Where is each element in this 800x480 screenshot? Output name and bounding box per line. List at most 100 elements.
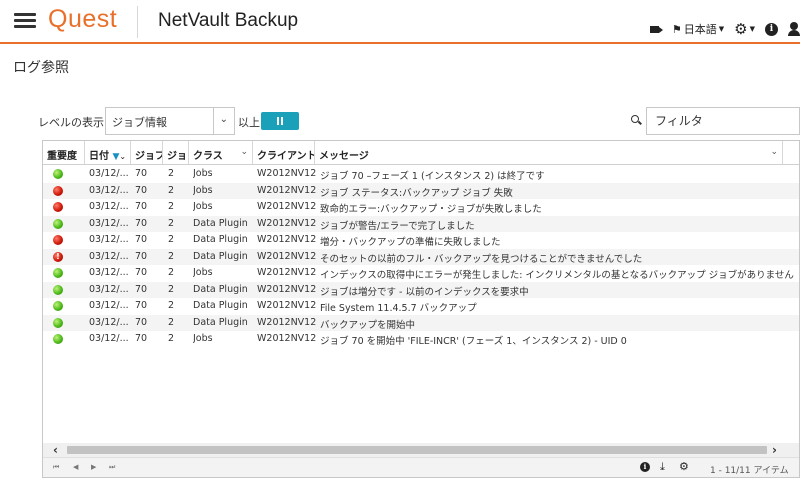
cell-class: Data Plugin: [193, 316, 248, 328]
scroll-left-icon[interactable]: ‹: [53, 443, 58, 457]
column-header-message[interactable]: メッセージ ⌄: [315, 141, 783, 164]
user-menu[interactable]: [788, 22, 800, 36]
table-row[interactable]: 03/12/... 70 2 Data Plugin W2012NV12 増分・バックアッ…: [43, 232, 799, 249]
cell-class: Data Plugin: [193, 300, 248, 311]
cell-class: Jobs: [193, 201, 213, 212]
cell-instance: 2: [168, 250, 175, 262]
cell-class: Data Plugin: [193, 217, 248, 229]
cell-client: W2012NV12: [257, 316, 317, 328]
cell-instance: 2: [168, 217, 175, 229]
cell-instance: 2: [168, 168, 175, 179]
help-button[interactable]: i: [765, 22, 778, 36]
column-label: クラス: [193, 151, 223, 162]
table-row[interactable]: 03/12/... 70 2 Jobs W2012NV12 ジョブ 70 –フェーズ 1 …: [43, 166, 799, 183]
status-error-icon: [53, 202, 63, 212]
cell-job: 70: [135, 201, 148, 212]
status-warning-icon: !: [53, 251, 63, 262]
cell-client: W2012NV12: [257, 250, 317, 262]
cell-message: そのセットの以前のフル・バックアップを見つけることができませんでした: [320, 253, 643, 265]
cell-message: インデックスの取得中にエラーが発生しました: インクリメンタルの基となるバックア…: [320, 270, 794, 281]
cell-class: Jobs: [193, 168, 213, 179]
cell-client: W2012NV12: [257, 283, 317, 295]
level-select[interactable]: ジョブ情報 ⌄: [105, 107, 235, 135]
top-bar: Quest NetVault Backup ⚑ 日本語 ▼ ⚙ ▼ i: [0, 0, 800, 44]
video-icon: [649, 25, 663, 33]
level-label: レベルの表示: [38, 116, 104, 129]
gear-icon[interactable]: ⚙: [679, 460, 689, 473]
table-row[interactable]: 03/12/... 70 2 Data Plugin W2012NV12 ジョブが警告/エ…: [43, 215, 799, 232]
cell-message: ジョブ 70 を開始中 'FILE-INCR' (フェーズ 1、インスタンス 2…: [320, 336, 627, 347]
cell-instance: 2: [168, 333, 175, 344]
cell-message: ジョブが警告/エラーで完了しました: [320, 220, 475, 232]
cell-date: 03/12/...: [89, 168, 129, 179]
cell-instance: 2: [168, 234, 175, 245]
language-menu[interactable]: ⚑ 日本語 ▼: [672, 21, 724, 37]
cell-date: 03/12/...: [89, 217, 129, 229]
log-grid: 重要度 日付 ▼⌄ ジョブ ジョブ クラス ⌄ クライアント メッセージ ⌄ 03/…: [42, 140, 800, 478]
last-page-icon[interactable]: ⏭: [109, 463, 115, 472]
cell-date: 03/12/...: [89, 184, 129, 196]
grid-footer: ⏮ ◀ ▶ ⏭ i ⤓ ⚙ 1 - 11/11 アイテム: [43, 457, 799, 477]
first-page-icon[interactable]: ⏮: [53, 463, 59, 472]
next-page-icon[interactable]: ▶: [91, 463, 96, 471]
cell-client: W2012NV12: [257, 333, 317, 344]
status-error-icon: [53, 235, 63, 245]
cell-date: 03/12/...: [89, 201, 129, 212]
table-row[interactable]: 03/12/... 70 2 Data Plugin W2012NV12 ジョブは増分です…: [43, 281, 799, 298]
table-row[interactable]: ! 03/12/... 70 2 Data Plugin W2012NV12 そのセットの以…: [43, 248, 799, 265]
cell-class: Data Plugin: [193, 234, 248, 245]
prev-page-icon[interactable]: ◀: [73, 463, 78, 471]
cell-client: W2012NV12: [257, 267, 317, 278]
cell-job: 70: [135, 250, 148, 262]
scrollbar-thumb[interactable]: [67, 446, 767, 454]
download-icon[interactable]: ⤓: [660, 460, 665, 474]
cell-job: 70: [135, 283, 148, 295]
table-row[interactable]: 03/12/... 70 2 Data Plugin W2012NV12 バックアップを開…: [43, 314, 799, 331]
scroll-right-icon[interactable]: ›: [772, 443, 777, 457]
status-ok-icon: [53, 301, 63, 311]
cell-class: Jobs: [193, 267, 213, 278]
menu-icon[interactable]: [14, 13, 36, 29]
filter-input[interactable]: [646, 107, 800, 135]
pause-button[interactable]: [261, 112, 299, 130]
cell-job: 70: [135, 184, 148, 196]
status-ok-icon: [53, 284, 63, 295]
settings-menu[interactable]: ⚙ ▼: [734, 21, 755, 37]
cell-date: 03/12/...: [89, 316, 129, 328]
cell-job: 70: [135, 300, 148, 311]
cell-date: 03/12/...: [89, 250, 129, 262]
table-row[interactable]: 03/12/... 70 2 Jobs W2012NV12 ジョブ ステータス:バックアッ…: [43, 182, 799, 199]
cell-message: ジョブ 70 –フェーズ 1 (インスタンス 2) は終了です: [320, 171, 545, 182]
column-header-severity[interactable]: 重要度: [43, 141, 85, 164]
chevron-down-icon: ⌄: [219, 114, 228, 125]
video-button[interactable]: [649, 25, 663, 33]
flag-icon: ⚑: [671, 22, 682, 36]
column-header-class[interactable]: クラス ⌄: [189, 141, 253, 164]
info-icon[interactable]: i: [640, 462, 650, 472]
horizontal-scrollbar[interactable]: ‹ ›: [43, 443, 799, 457]
level-select-value: ジョブ情報: [112, 116, 167, 129]
column-header-instance[interactable]: ジョブ: [163, 141, 189, 164]
status-ok-icon: [53, 334, 63, 344]
cell-class: Jobs: [193, 333, 213, 344]
cell-job: 70: [135, 316, 148, 328]
column-header-job[interactable]: ジョブ: [131, 141, 163, 164]
cell-message: 致命的エラー:バックアップ・ジョブが失敗しました: [320, 204, 542, 215]
header-divider: [137, 6, 138, 38]
cell-job: 70: [135, 267, 148, 278]
cell-instance: 2: [168, 300, 175, 311]
language-label: 日本語: [683, 23, 717, 36]
table-row[interactable]: 03/12/... 70 2 Jobs W2012NV12 インデックスの取得中にエラーが…: [43, 265, 799, 282]
cell-client: W2012NV12: [257, 201, 317, 212]
caret-down-icon: ▼: [718, 25, 725, 33]
status-ok-icon: [53, 317, 63, 328]
status-ok-icon: [53, 218, 63, 229]
column-header-date[interactable]: 日付 ▼⌄: [85, 141, 131, 164]
cell-date: 03/12/...: [89, 234, 129, 245]
table-row[interactable]: 03/12/... 70 2 Jobs W2012NV12 ジョブ 70 を開始中 'FI…: [43, 331, 799, 348]
cell-message: ジョブは増分です - 以前のインデックスを要求中: [320, 286, 529, 298]
table-row[interactable]: 03/12/... 70 2 Jobs W2012NV12 致命的エラー:バックアップ・ジ…: [43, 199, 799, 216]
page-title: ログ参照: [13, 60, 69, 76]
column-header-client[interactable]: クライアント: [253, 141, 315, 164]
table-row[interactable]: 03/12/... 70 2 Data Plugin W2012NV12 File Sys…: [43, 298, 799, 315]
